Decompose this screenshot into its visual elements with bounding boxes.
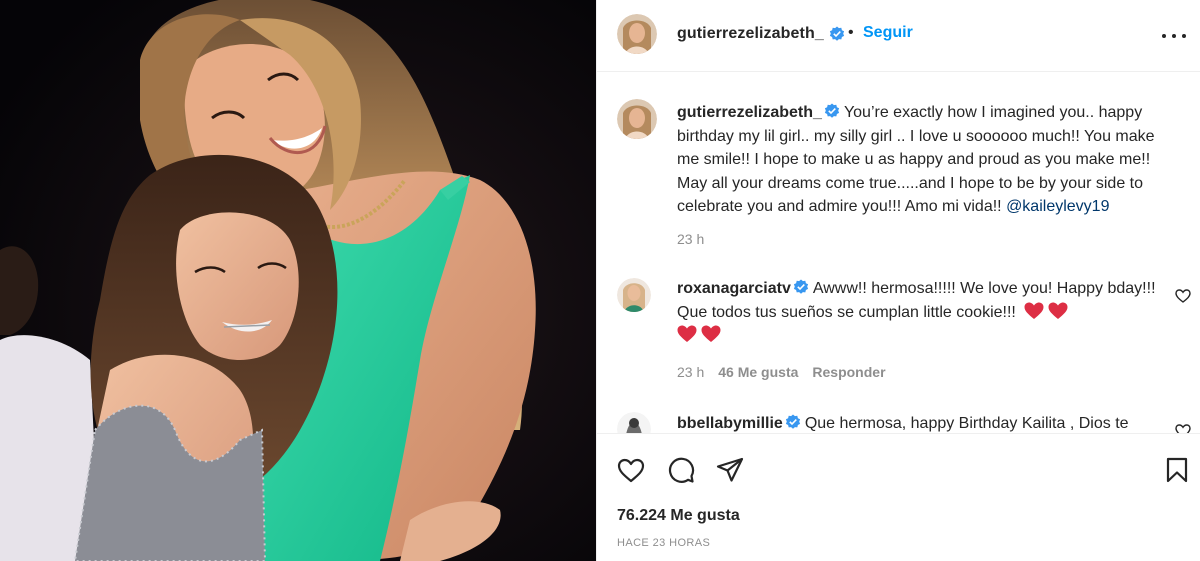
verified-icon <box>785 414 800 429</box>
comment-likes[interactable]: 46 Me gusta <box>718 364 798 380</box>
comments-section: gutierrezelizabeth_ You’re exactly how I … <box>597 73 1200 433</box>
post-actions: 76.224 Me gusta HACE 23 HORAS <box>597 433 1200 561</box>
post-header: gutierrezelizabeth_ • Seguir <box>597 0 1200 72</box>
likes-count[interactable]: 76.224 Me gusta <box>617 507 740 525</box>
more-options-icon[interactable] <box>1161 24 1187 46</box>
verified-icon <box>829 26 845 41</box>
commenter-avatar[interactable] <box>617 278 651 312</box>
caption-time: 23 h <box>677 231 704 247</box>
author-avatar[interactable] <box>617 14 657 54</box>
comment-like-icon[interactable] <box>1175 423 1191 433</box>
post-timestamp[interactable]: HACE 23 HORAS <box>617 537 710 549</box>
heart-emoji-icon <box>1048 302 1068 319</box>
post-image <box>0 0 596 561</box>
comment-username[interactable]: roxanagarciatv <box>677 280 791 297</box>
post-photo[interactable] <box>0 0 596 561</box>
verified-icon <box>793 279 808 294</box>
commenter-avatar[interactable] <box>617 412 651 433</box>
comment-text: roxanagarciatv Awww!! hermosa!!!!! We lov… <box>677 277 1167 348</box>
comment-meta: 23 h 46 Me gusta Responder <box>677 364 886 380</box>
caption-username[interactable]: gutierrezelizabeth_ <box>677 104 822 121</box>
caption-timestamp[interactable]: 23 h <box>677 231 704 247</box>
author-username[interactable]: gutierrezelizabeth_ <box>677 25 824 43</box>
post-details-panel: gutierrezelizabeth_ • Seguir gutierrezel… <box>596 0 1200 561</box>
heart-emoji-icon <box>1024 302 1044 319</box>
verified-icon <box>824 103 840 118</box>
comment-time[interactable]: 23 h <box>677 364 704 380</box>
heart-emoji-icon <box>701 325 721 342</box>
comment-text: bbellabymillie Que hermosa, happy Birthda… <box>677 412 1167 433</box>
comment-body: Que hermosa, happy Birthday Kailita , Di… <box>804 415 1129 432</box>
save-icon[interactable] <box>1163 456 1191 484</box>
like-icon[interactable] <box>617 456 645 484</box>
comment-username[interactable]: bbellabymillie <box>677 415 783 432</box>
heart-emoji-icon <box>677 325 697 342</box>
caption-avatar[interactable] <box>617 99 657 139</box>
comment-icon[interactable] <box>667 456 695 484</box>
header-separator: • <box>848 24 854 41</box>
caption-text: gutierrezelizabeth_ You’re exactly how I … <box>677 101 1167 219</box>
comment-like-icon[interactable] <box>1175 288 1191 304</box>
follow-button[interactable]: Seguir <box>863 24 913 42</box>
caption-mention[interactable]: @kaileylevy19 <box>1006 198 1109 215</box>
reply-button[interactable]: Responder <box>812 364 885 380</box>
share-icon[interactable] <box>716 456 744 484</box>
